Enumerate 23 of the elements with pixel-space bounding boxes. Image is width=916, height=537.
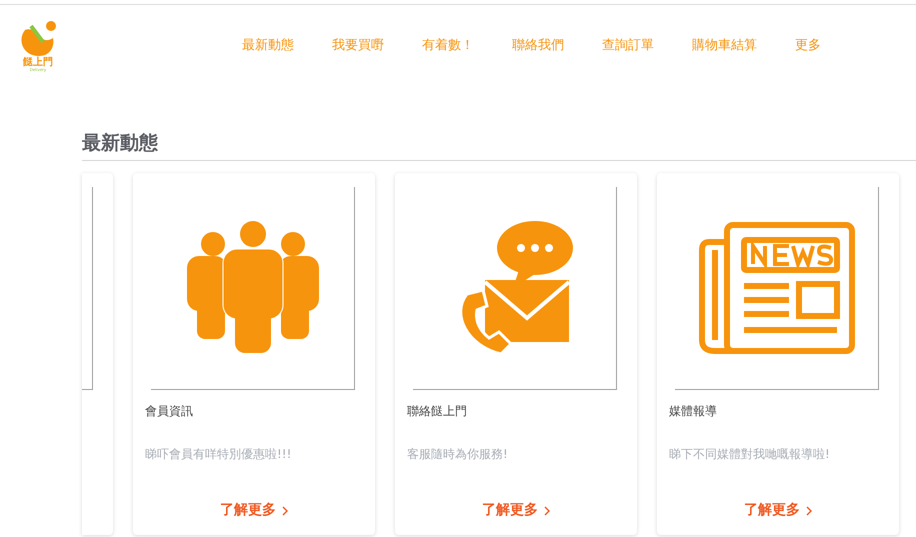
chevron-right-icon [282, 506, 288, 516]
learn-more-link[interactable]: 了解更多 [220, 500, 288, 521]
nav-link[interactable]: 聯絡我們 [512, 36, 564, 56]
chevron-right-icon [544, 506, 550, 516]
nav-link[interactable]: 最新動態 [242, 36, 294, 56]
nav-link[interactable]: 我要買嘢 [332, 36, 384, 56]
learn-more-link[interactable]: 了解更多 [482, 500, 550, 521]
card-title: 聯絡餸上門 [407, 403, 468, 420]
people-icon [186, 221, 318, 355]
logo-text: 餸上門 [23, 58, 53, 68]
nav-link[interactable]: 查詢訂單 [602, 36, 654, 56]
newspaper-icon [698, 222, 854, 354]
learn-more-link[interactable]: 了解更多 [744, 500, 812, 521]
card-description: 客服隨時為你服務! [407, 446, 509, 463]
card-description: 睇下不同媒體對我哋嘅報導啦! [669, 446, 831, 463]
section-heading: 最新動態 [82, 131, 159, 156]
chevron-right-icon [806, 506, 812, 516]
card-title: 會員資訊 [145, 403, 194, 420]
nav-link[interactable]: 有着數！ [422, 36, 474, 56]
nav-link[interactable]: 更多 [795, 36, 821, 56]
card-description: 睇吓會員有咩特別優惠啦!!! [145, 446, 292, 463]
nav-link[interactable]: 購物車結算 [692, 36, 757, 56]
card-title: 媒體報導 [669, 403, 718, 420]
